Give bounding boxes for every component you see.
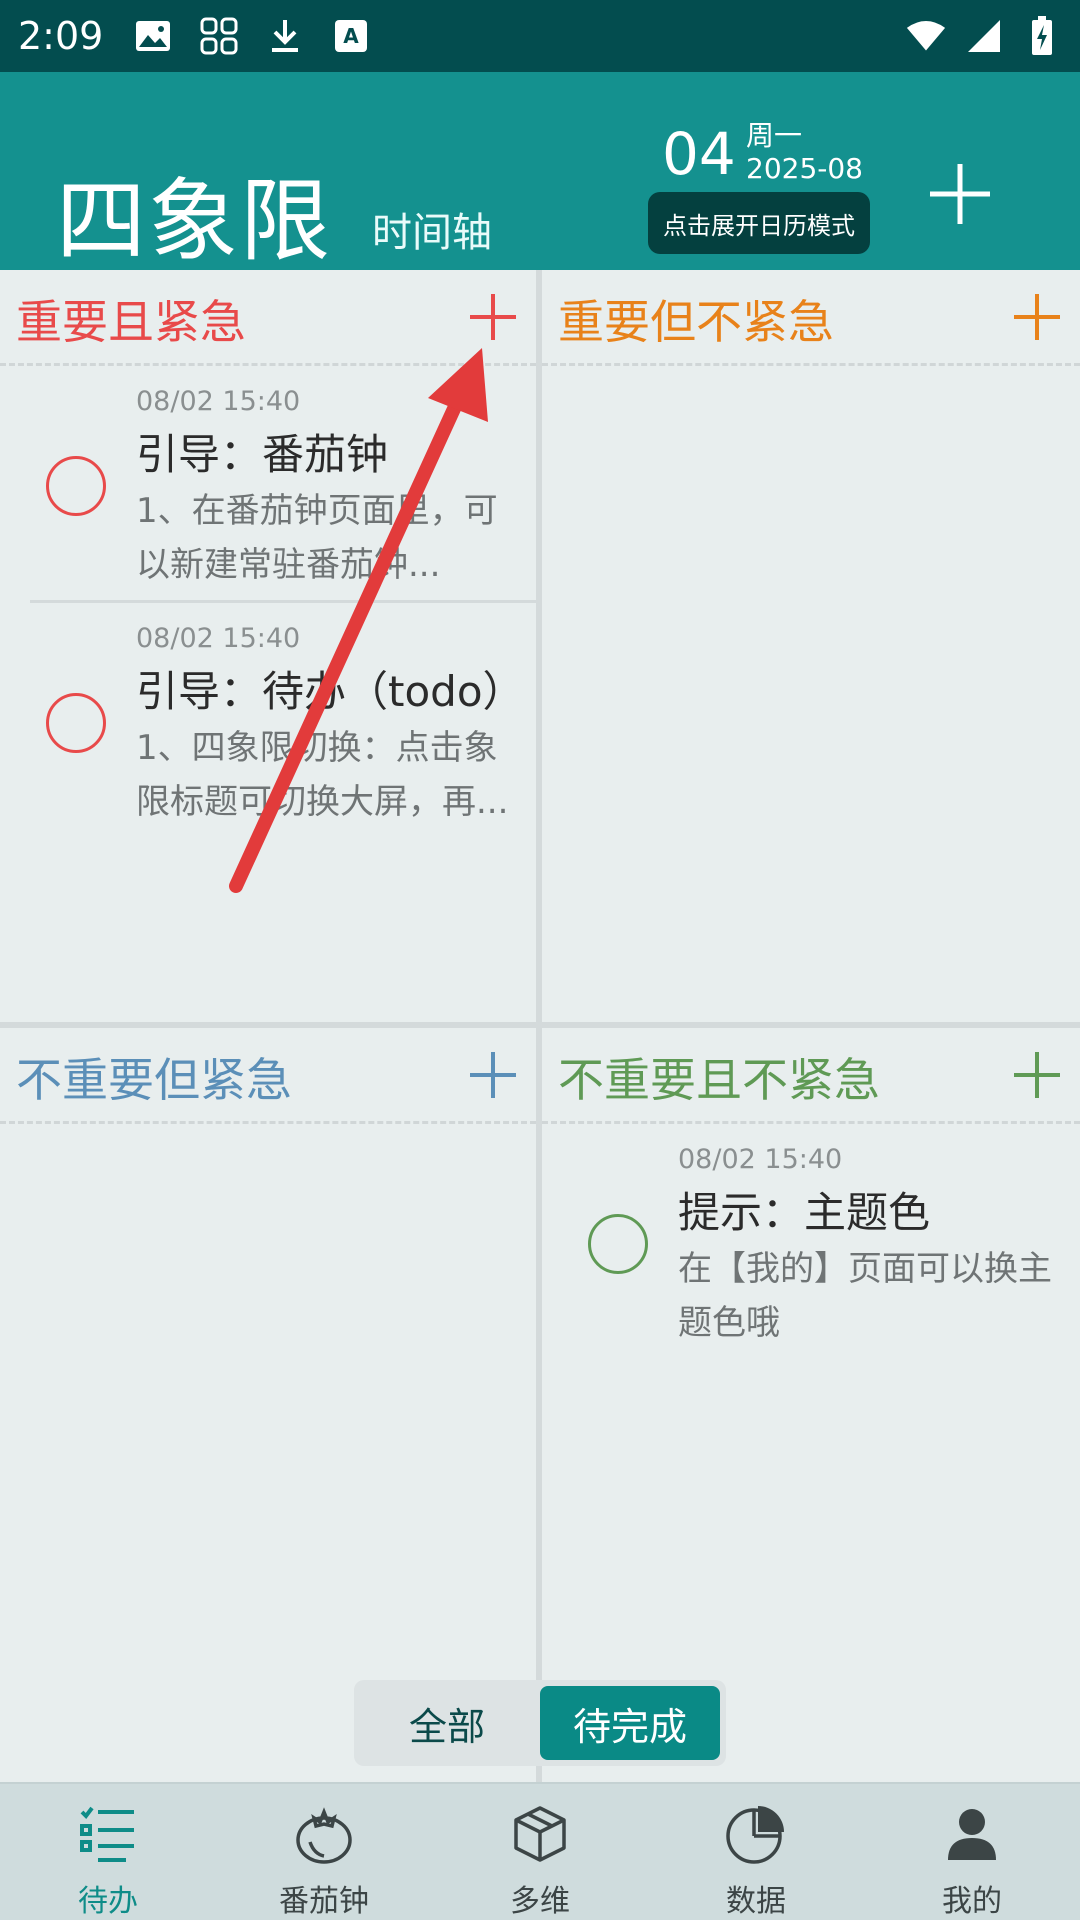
task-complete-checkbox[interactable]	[588, 1214, 648, 1274]
quadrant-grid: 重要且紧急 08/02 15:40 引导：番茄钟 1、在番茄钟页面里，可以新建常…	[0, 270, 1080, 1782]
svg-text:A: A	[344, 24, 360, 48]
quadrant-add-button[interactable]	[468, 1050, 518, 1100]
plus-icon	[1014, 1052, 1060, 1098]
plus-icon	[1014, 294, 1060, 340]
quadrant-header: 重要但不紧急	[542, 270, 1080, 366]
download-icon	[265, 16, 305, 56]
plus-icon	[930, 164, 990, 224]
task-description: 1、四象限切换：点击象限标题可切换大屏，再...	[136, 728, 509, 822]
status-time: 2:09	[18, 14, 104, 58]
task-title: 提示：主题色	[678, 1188, 931, 1237]
task-description: 在【我的】页面可以换主题色哦	[678, 1249, 1052, 1343]
task-time: 08/02 15:40	[136, 386, 301, 417]
bottom-navigation: 待办 番茄钟 多维 数据 我的	[0, 1782, 1080, 1920]
quadrant-important-urgent: 重要且紧急 08/02 15:40 引导：番茄钟 1、在番茄钟页面里，可以新建常…	[0, 270, 536, 1022]
text-accessibility-icon: A	[331, 16, 371, 56]
quadrant-title[interactable]: 重要但不紧急	[558, 286, 834, 352]
task-body[interactable]: 08/02 15:40 引导：待办（todo） 1、四象限切换：点击象限标题可切…	[136, 623, 526, 829]
task-time: 08/02 15:40	[678, 1144, 843, 1175]
task-body[interactable]: 08/02 15:40 提示：主题色 在【我的】页面可以换主题色哦	[678, 1144, 1070, 1350]
pie-chart-icon	[726, 1806, 784, 1864]
nav-item-pomodoro[interactable]: 番茄钟	[216, 1784, 432, 1920]
task-item[interactable]: 08/02 15:40 提示：主题色 在【我的】页面可以换主题色哦	[542, 1124, 1080, 1358]
task-title: 引导：番茄钟	[136, 430, 389, 479]
task-time: 08/02 15:40	[136, 623, 301, 654]
nav-item-multidimension[interactable]: 多维	[432, 1784, 648, 1920]
task-description: 1、在番茄钟页面里，可以新建常驻番茄钟...	[136, 491, 498, 585]
quadrant-header: 不重要且不紧急	[542, 1028, 1080, 1124]
nav-label: 番茄钟	[279, 1884, 369, 1919]
quadrant-title[interactable]: 重要且紧急	[16, 286, 246, 352]
quadrant-add-button[interactable]	[1012, 1050, 1062, 1100]
calendar-mode-tooltip[interactable]: 点击展开日历模式	[648, 192, 870, 254]
task-item[interactable]: 08/02 15:40 引导：待办（todo） 1、四象限切换：点击象限标题可切…	[30, 600, 536, 834]
filter-all-button[interactable]: 全部	[354, 1680, 540, 1766]
todo-list-icon	[80, 1806, 134, 1862]
battery-charging-icon	[1022, 16, 1062, 56]
quadrant-title[interactable]: 不重要但紧急	[16, 1044, 292, 1110]
timeline-tab[interactable]: 时间轴	[372, 200, 492, 258]
plus-icon	[470, 1052, 516, 1098]
cube-icon	[514, 1806, 566, 1862]
image-icon	[133, 16, 173, 56]
nav-item-data[interactable]: 数据	[648, 1784, 864, 1920]
nav-item-profile[interactable]: 我的	[864, 1784, 1080, 1920]
filter-pending-button[interactable]: 待完成	[540, 1686, 720, 1760]
status-filter-toggle: 全部 待完成	[354, 1680, 726, 1766]
task-complete-checkbox[interactable]	[46, 456, 106, 516]
plus-icon	[470, 294, 516, 340]
quadrant-header: 重要且紧急	[0, 270, 536, 366]
quadrant-not-important-not-urgent: 不重要且不紧急 08/02 15:40 提示：主题色 在【我的】页面可以换主题色…	[542, 1028, 1080, 1782]
task-complete-checkbox[interactable]	[46, 693, 106, 753]
nav-label: 多维	[510, 1884, 570, 1919]
date-weekday[interactable]: 周一	[746, 114, 802, 154]
quadrant-header: 不重要但紧急	[0, 1028, 536, 1124]
grid-apps-icon	[199, 16, 239, 56]
quadrant-add-button[interactable]	[468, 292, 518, 342]
quadrant-title[interactable]: 不重要且不紧急	[558, 1044, 880, 1110]
task-body[interactable]: 08/02 15:40 引导：番茄钟 1、在番茄钟页面里，可以新建常驻番茄钟..…	[136, 386, 526, 592]
wifi-icon	[906, 16, 946, 56]
app-header: 四象限 时间轴 04 周一 2025-08 点击展开日历模式	[0, 72, 1080, 274]
status-bar: 2:09 A	[0, 0, 1080, 72]
page-title: 四象限	[56, 169, 332, 274]
nav-item-todo[interactable]: 待办	[0, 1784, 216, 1920]
nav-label: 数据	[726, 1884, 786, 1919]
date-month[interactable]: 2025-08	[746, 152, 863, 185]
quadrant-not-important-urgent: 不重要但紧急	[0, 1028, 536, 1782]
quadrant-add-button[interactable]	[1012, 292, 1062, 342]
date-day[interactable]: 04	[662, 120, 736, 188]
person-icon	[948, 1809, 996, 1860]
status-system-icons	[906, 16, 1062, 56]
nav-label: 待办	[78, 1884, 138, 1919]
task-title: 引导：待办（todo）	[136, 667, 525, 716]
add-task-button[interactable]	[928, 162, 992, 226]
task-item[interactable]: 08/02 15:40 引导：番茄钟 1、在番茄钟页面里，可以新建常驻番茄钟..…	[0, 366, 536, 600]
status-notification-icons: A	[133, 16, 371, 56]
quadrant-important-not-urgent: 重要但不紧急	[542, 270, 1080, 1022]
cell-signal-icon	[964, 16, 1004, 56]
nav-label: 我的	[942, 1884, 1002, 1919]
tomato-icon	[296, 1807, 352, 1864]
